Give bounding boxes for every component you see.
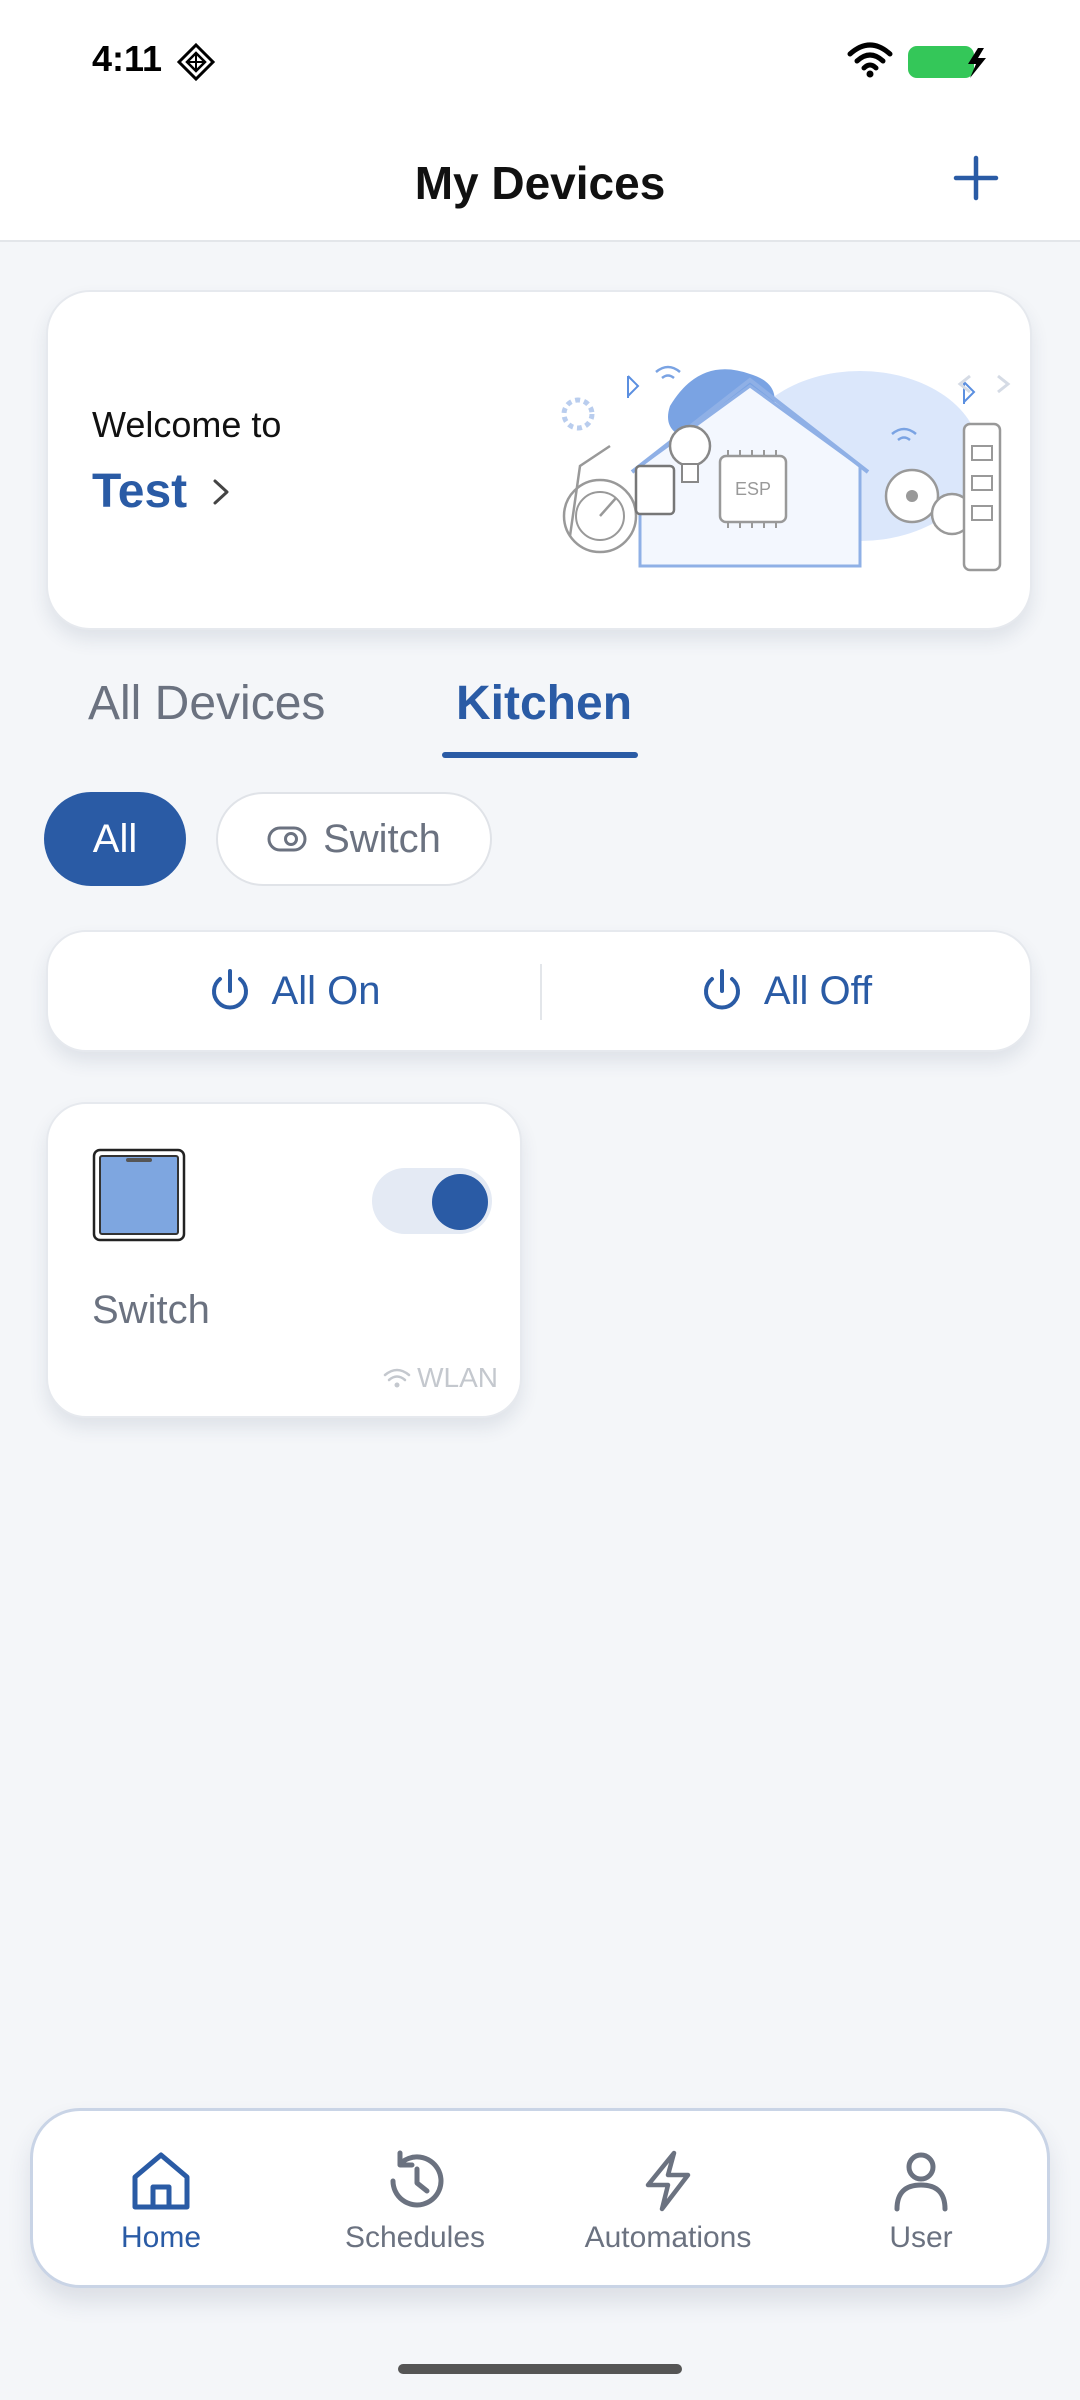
- power-controls: All On All Off: [46, 930, 1032, 1052]
- all-off-button[interactable]: All Off: [540, 932, 1030, 1050]
- tab-kitchen[interactable]: Kitchen: [456, 676, 632, 731]
- all-on-button[interactable]: All On: [48, 932, 538, 1050]
- filter-chip-label: All: [92, 816, 138, 861]
- filter-chip-switch[interactable]: Switch: [216, 792, 492, 886]
- all-off-label: All Off: [763, 968, 873, 1013]
- status-bar: 4:11: [0, 0, 1080, 120]
- filter-chip-label: Switch: [323, 816, 441, 861]
- connection-status: WLAN: [383, 1362, 498, 1394]
- wifi-icon: [847, 42, 893, 78]
- add-device-button[interactable]: [946, 148, 1006, 208]
- nav-automations[interactable]: Automations: [558, 2147, 778, 2267]
- active-tab-indicator: [442, 752, 638, 758]
- plus-icon: [953, 155, 999, 201]
- nav-label: User: [889, 2221, 953, 2254]
- device-power-toggle[interactable]: [372, 1168, 492, 1234]
- nav-schedules[interactable]: Schedules: [305, 2147, 525, 2267]
- user-icon: [894, 2152, 948, 2212]
- switch-device-icon: [92, 1148, 186, 1242]
- welcome-label: Welcome to: [92, 404, 282, 445]
- welcome-card[interactable]: Welcome to Test ESP: [46, 290, 1032, 630]
- nav-label: Schedules: [344, 2221, 486, 2254]
- nav-home[interactable]: Home: [51, 2147, 271, 2267]
- nav-user[interactable]: User: [811, 2147, 1031, 2267]
- power-icon: [211, 969, 248, 1010]
- smart-home-illustration: ESP: [561, 365, 1011, 572]
- status-time: 4:11: [92, 38, 163, 79]
- bottom-nav: Home Schedules Automations User: [30, 2108, 1050, 2288]
- home-indicator: [398, 2364, 682, 2374]
- nav-label: Automations: [584, 2221, 752, 2254]
- home-selector[interactable]: Test: [92, 464, 233, 519]
- svg-text:ESP: ESP: [735, 479, 771, 499]
- nav-label: Home: [120, 2221, 202, 2254]
- toggle-icon: [267, 826, 307, 852]
- page-title: My Devices: [414, 157, 666, 209]
- home-name: Test: [92, 465, 188, 518]
- all-on-label: All On: [271, 968, 381, 1013]
- tab-all-devices[interactable]: All Devices: [88, 676, 325, 731]
- power-icon: [703, 969, 740, 1010]
- app-notification-icon: [176, 42, 216, 82]
- chevron-right-icon: [213, 479, 229, 504]
- toggle-knob: [432, 1174, 488, 1230]
- device-card[interactable]: Switch WLAN: [46, 1102, 522, 1418]
- connection-label: WLAN: [417, 1362, 498, 1393]
- battery-charging-icon: [908, 46, 986, 78]
- device-name: Switch: [92, 1288, 210, 1332]
- history-icon: [390, 2150, 444, 2208]
- home-icon: [132, 2152, 190, 2210]
- app-header: My Devices: [0, 120, 1080, 242]
- lightning-icon: [645, 2150, 691, 2212]
- filter-chip-all[interactable]: All: [44, 792, 186, 886]
- wifi-icon: [383, 1368, 411, 1388]
